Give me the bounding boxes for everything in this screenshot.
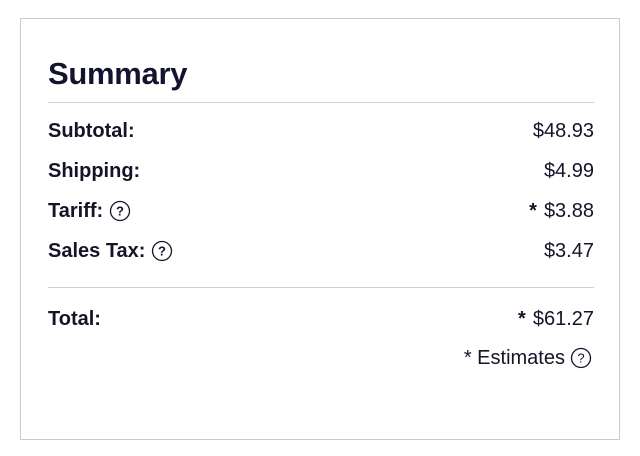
subtotal-row: Subtotal: $48.93 bbox=[48, 118, 594, 144]
summary-card: Summary Subtotal: $48.93 Shipping: $4.99… bbox=[20, 18, 620, 440]
tariff-row: Tariff: ? * $3.88 bbox=[48, 198, 594, 224]
svg-text:?: ? bbox=[158, 244, 166, 259]
shipping-value: $4.99 bbox=[543, 160, 594, 182]
title-divider bbox=[48, 102, 594, 103]
question-circle-icon[interactable]: ? bbox=[570, 347, 592, 369]
sales-tax-label-group: Sales Tax: ? bbox=[48, 238, 173, 264]
sales-tax-label: Sales Tax: bbox=[48, 240, 146, 262]
estimate-marker: * bbox=[529, 200, 537, 222]
total-divider bbox=[48, 287, 594, 288]
svg-text:?: ? bbox=[577, 351, 584, 366]
estimate-marker: * bbox=[518, 308, 526, 330]
tariff-value: $3.88 bbox=[543, 200, 594, 222]
estimates-note: * Estimates ? bbox=[464, 344, 592, 372]
estimates-label: * Estimates bbox=[463, 346, 565, 369]
question-circle-icon[interactable]: ? bbox=[109, 200, 131, 222]
total-value-group: * $61.27 bbox=[518, 306, 594, 332]
tariff-label: Tariff: bbox=[48, 200, 104, 222]
tariff-value-group: * $3.88 bbox=[529, 198, 594, 224]
shipping-label: Shipping: bbox=[48, 160, 141, 182]
subtotal-label: Subtotal: bbox=[48, 120, 135, 142]
summary-title: Summary bbox=[48, 56, 188, 91]
total-value: $61.27 bbox=[532, 308, 594, 330]
total-row: Total: * $61.27 bbox=[48, 306, 594, 332]
sales-tax-value: $3.47 bbox=[543, 240, 594, 262]
svg-text:?: ? bbox=[116, 204, 124, 219]
total-label: Total: bbox=[48, 308, 101, 330]
shipping-row: Shipping: $4.99 bbox=[48, 158, 594, 184]
sales-tax-row: Sales Tax: ? $3.47 bbox=[48, 238, 594, 264]
question-circle-icon[interactable]: ? bbox=[151, 240, 173, 262]
subtotal-value: $48.93 bbox=[532, 120, 594, 142]
tariff-label-group: Tariff: ? bbox=[48, 198, 131, 224]
